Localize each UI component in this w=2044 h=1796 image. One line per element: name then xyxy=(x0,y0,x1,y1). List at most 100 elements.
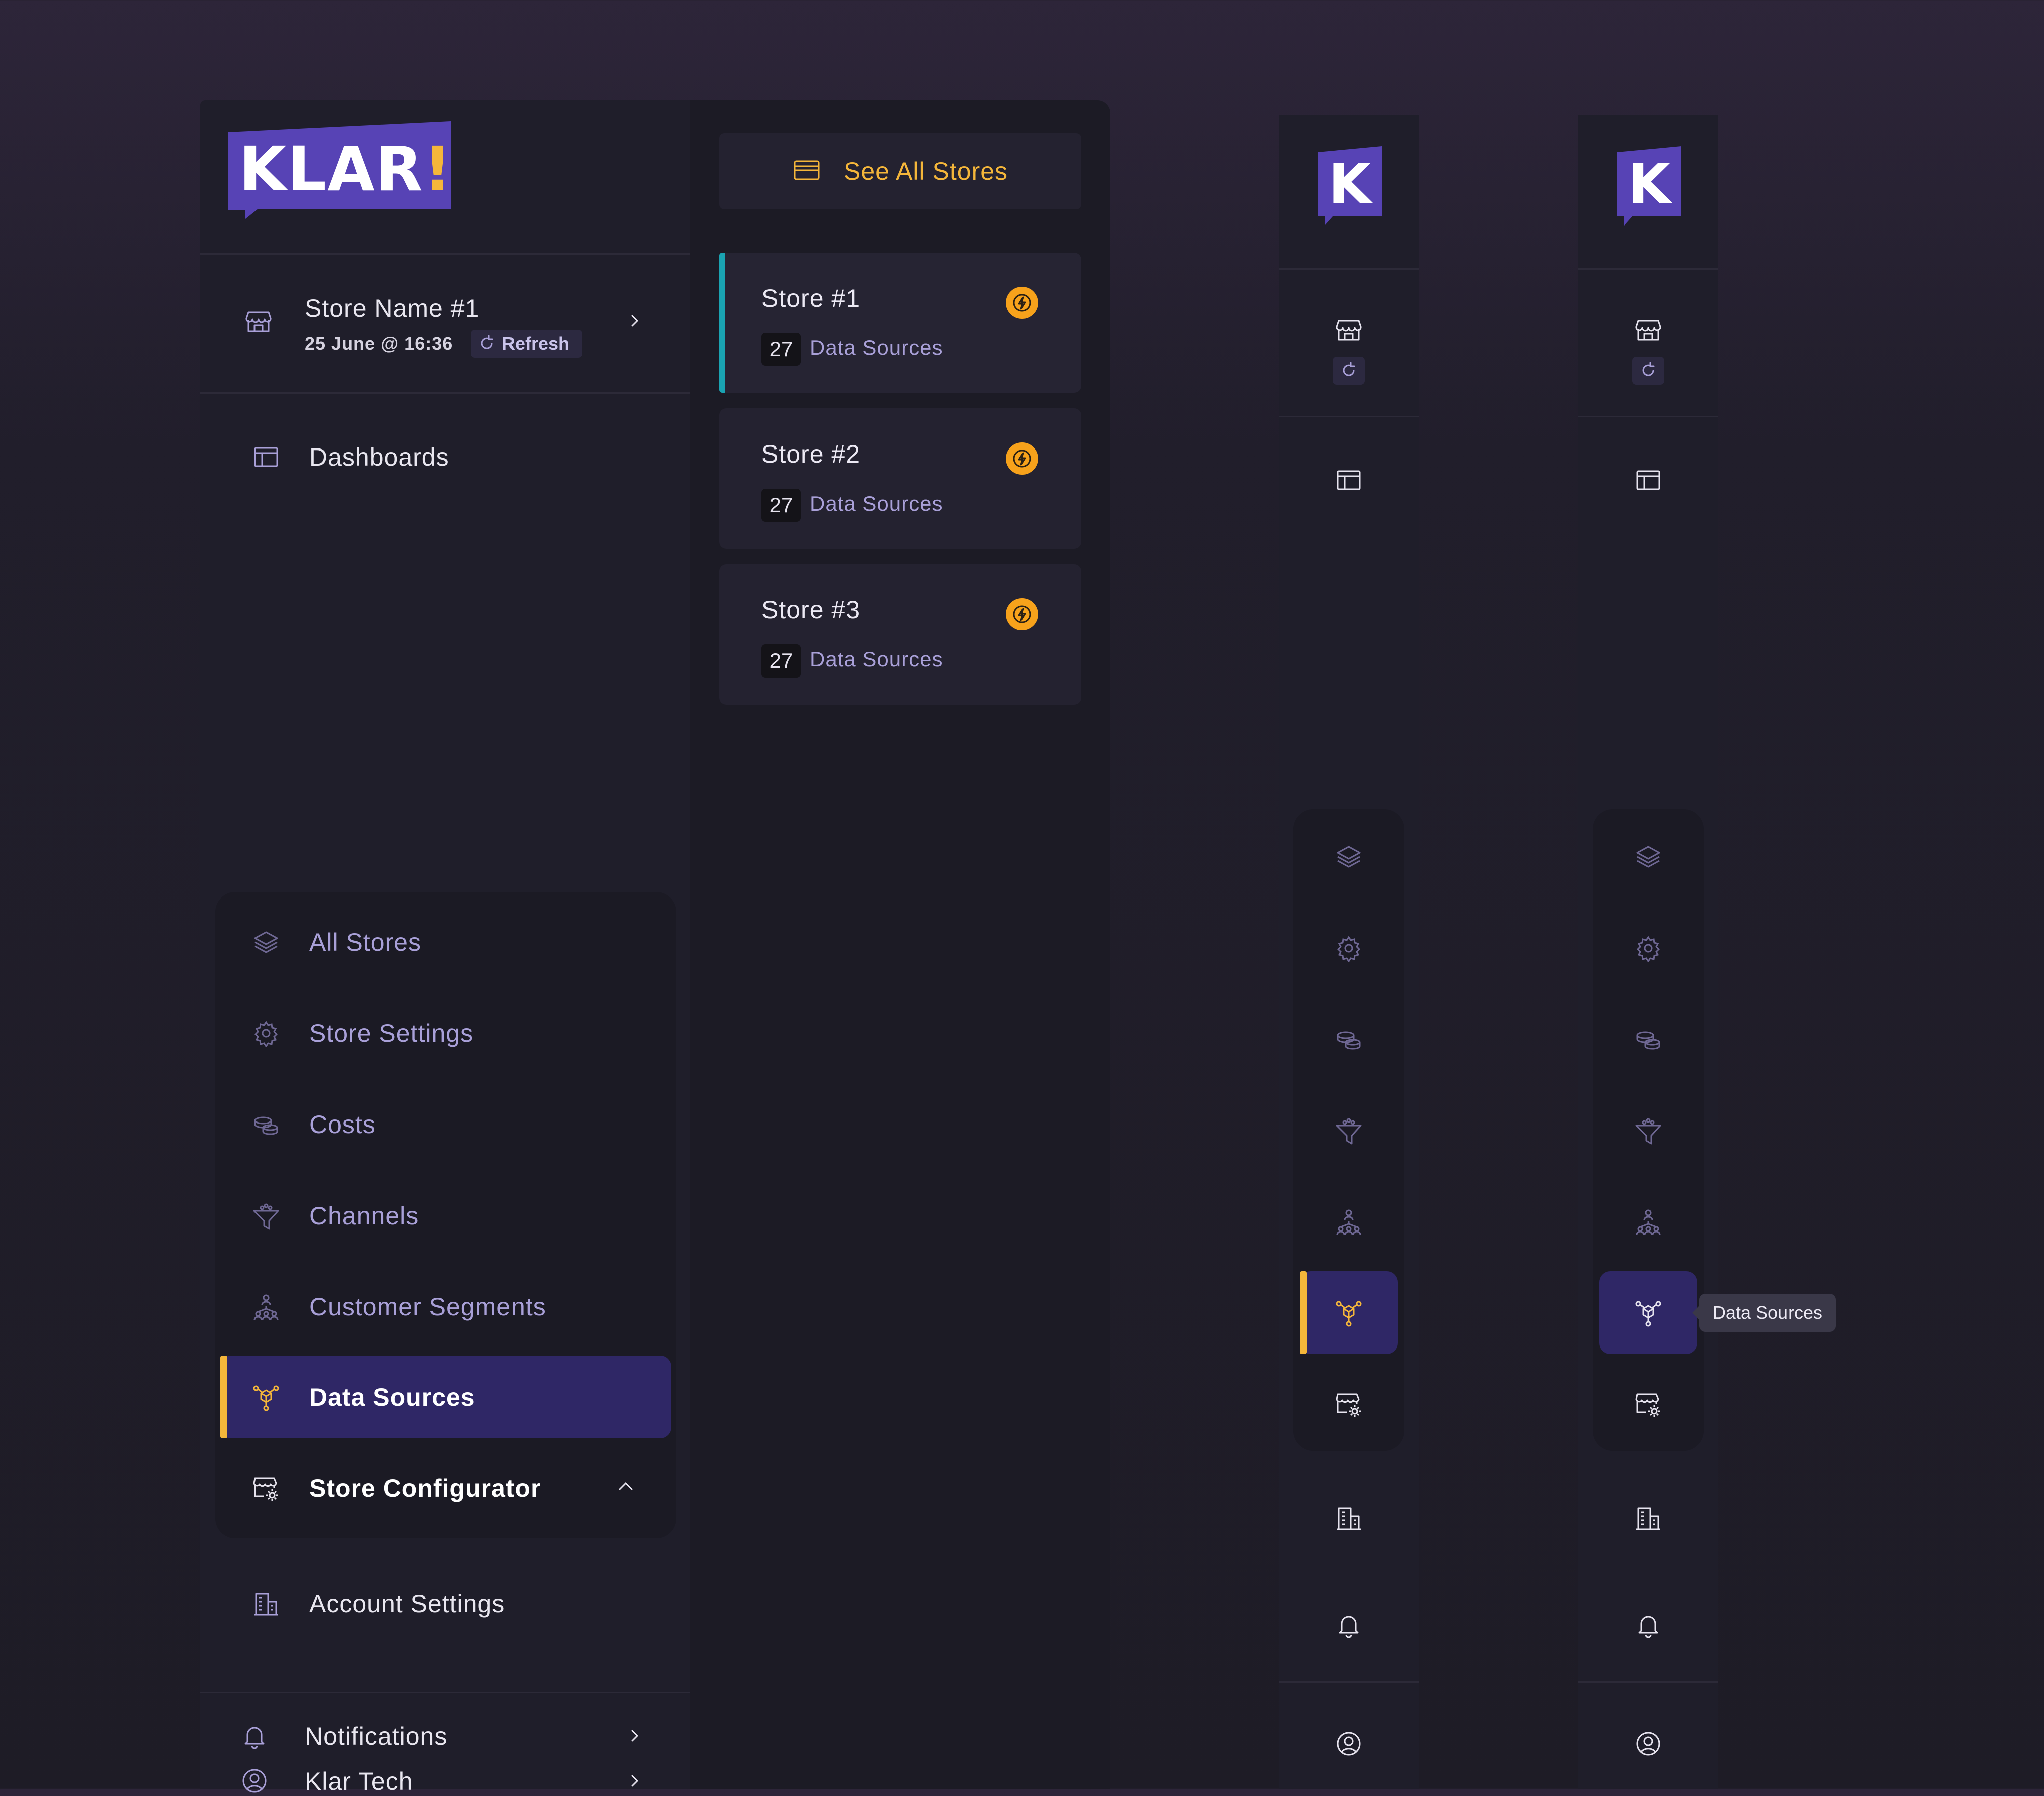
store-selector[interactable] xyxy=(1314,316,1384,391)
data-source-label: Data Sources xyxy=(810,336,943,359)
nav-all-stores[interactable]: All Stores xyxy=(248,907,679,977)
segments-icon[interactable] xyxy=(1613,1187,1683,1257)
collapsed-sidebar-active: K xyxy=(1279,115,1419,1789)
store-card[interactable]: Store #1 27 Data Sources xyxy=(719,253,1081,393)
nav-data-sources[interactable]: Data Sources xyxy=(248,1362,679,1432)
account-name: Klar Tech xyxy=(305,1767,413,1795)
logo-text: KLAR xyxy=(239,134,424,205)
bolt-icon xyxy=(1006,287,1038,319)
store-name: Store #3 xyxy=(761,596,861,624)
building-icon[interactable] xyxy=(1314,1483,1384,1553)
see-all-stores-label: See All Stores xyxy=(843,157,1008,185)
nav-channels[interactable]: Channels xyxy=(248,1181,679,1251)
refresh-button[interactable] xyxy=(1632,357,1664,385)
mini-logo-text: K xyxy=(1328,152,1371,216)
nav-label: Customer Segments xyxy=(309,1293,546,1321)
user-icon xyxy=(240,1767,269,1795)
chevron-right-icon xyxy=(630,1775,640,1788)
active-indicator xyxy=(1300,1271,1307,1354)
klar-logo[interactable]: KLAR! xyxy=(228,121,451,219)
data-source-count: 27 xyxy=(761,644,801,678)
bell-icon[interactable] xyxy=(1613,1590,1683,1660)
store-icon xyxy=(1634,316,1662,344)
refresh-button[interactable]: Refresh xyxy=(471,330,582,358)
store-card[interactable]: Store #2 27 Data Sources xyxy=(719,408,1081,549)
segments-icon[interactable] xyxy=(1314,1187,1384,1257)
stores-panel: See All Stores Store #1 27 Data Sources … xyxy=(690,100,1110,1789)
nav-account-settings[interactable]: Account Settings xyxy=(248,1568,679,1639)
building-icon xyxy=(248,1586,284,1622)
nav-store-settings[interactable]: Store Settings xyxy=(248,998,679,1068)
user-icon[interactable] xyxy=(1613,1709,1683,1779)
nav-customer-segments[interactable]: Customer Segments xyxy=(248,1272,679,1342)
store-name: Store #1 xyxy=(761,284,861,312)
nav-label: Store Settings xyxy=(309,1019,474,1047)
nav-label: Dashboards xyxy=(309,443,449,471)
store-icon xyxy=(1335,316,1363,344)
nav-label: Data Sources xyxy=(309,1383,475,1411)
store-selector[interactable] xyxy=(1613,316,1683,391)
gear-icon[interactable] xyxy=(1613,913,1683,983)
user-icon[interactable] xyxy=(1314,1709,1384,1779)
store-card[interactable]: Store #3 27 Data Sources xyxy=(719,564,1081,705)
wallet-icon xyxy=(793,157,821,185)
collapsed-sidebar-hover: K xyxy=(1578,115,1718,1789)
store-selector[interactable]: Store Name #1 25 June @ 16:36 Refresh xyxy=(200,255,690,392)
klar-mini-logo[interactable]: K xyxy=(1617,146,1681,226)
dashboard-icon xyxy=(248,439,284,475)
logo-exclamation: ! xyxy=(423,134,453,205)
nav-label: Store Configurator xyxy=(309,1474,541,1502)
bell-icon[interactable] xyxy=(1314,1590,1384,1660)
nav-dashboards[interactable]: Dashboards xyxy=(248,422,679,492)
coins-icon[interactable] xyxy=(1314,1004,1384,1074)
layers-icon xyxy=(248,924,284,960)
store-config-icon xyxy=(248,1470,284,1506)
data-sources-tooltip: Data Sources xyxy=(1692,1294,1836,1332)
funnel-icon xyxy=(248,1198,284,1234)
coins-icon xyxy=(248,1106,284,1143)
refresh-label: Refresh xyxy=(502,333,570,354)
store-timestamp: 25 June @ 16:36 xyxy=(305,333,453,354)
data-sources-icon xyxy=(248,1379,284,1415)
building-icon[interactable] xyxy=(1613,1483,1683,1553)
nav-label: Channels xyxy=(309,1202,419,1230)
store-config-icon[interactable] xyxy=(1314,1369,1384,1439)
klar-mini-logo[interactable]: K xyxy=(1318,146,1382,226)
chevron-right-icon xyxy=(630,315,640,328)
nav-store-configurator[interactable]: Store Configurator xyxy=(248,1453,679,1523)
nav-account[interactable]: Klar Tech xyxy=(240,1720,651,1795)
nav-label: Account Settings xyxy=(309,1590,505,1618)
dashboard-icon[interactable] xyxy=(1314,445,1384,515)
selected-indicator xyxy=(719,253,725,393)
bolt-icon xyxy=(1006,442,1038,475)
data-source-label: Data Sources xyxy=(810,647,943,671)
main-sidebar: KLAR! Store Name #1 25 June @ 16:36 Refr… xyxy=(200,100,690,1795)
layers-icon[interactable] xyxy=(1613,822,1683,892)
data-sources-icon[interactable] xyxy=(1314,1278,1384,1348)
data-source-label: Data Sources xyxy=(810,492,943,515)
chevron-up-icon[interactable] xyxy=(619,1482,634,1492)
data-sources-icon[interactable] xyxy=(1613,1278,1683,1348)
layers-icon[interactable] xyxy=(1314,822,1384,892)
nav-costs[interactable]: Costs xyxy=(248,1089,679,1160)
store-icon xyxy=(244,307,273,335)
mini-logo-text: K xyxy=(1628,152,1671,216)
segments-icon xyxy=(248,1289,284,1325)
active-indicator xyxy=(220,1356,227,1438)
dashboard-icon[interactable] xyxy=(1613,445,1683,515)
bolt-icon xyxy=(1006,598,1038,630)
nav-label: Costs xyxy=(309,1110,376,1139)
refresh-button[interactable] xyxy=(1333,357,1365,385)
nav-label: All Stores xyxy=(309,928,421,956)
store-name: Store #2 xyxy=(761,440,861,468)
gear-icon xyxy=(248,1015,284,1051)
funnel-icon[interactable] xyxy=(1613,1095,1683,1166)
refresh-icon xyxy=(478,335,496,353)
data-source-count: 27 xyxy=(761,489,801,522)
see-all-stores-button[interactable]: See All Stores xyxy=(719,133,1081,209)
coins-icon[interactable] xyxy=(1613,1004,1683,1074)
gear-icon[interactable] xyxy=(1314,913,1384,983)
funnel-icon[interactable] xyxy=(1314,1095,1384,1166)
store-config-icon[interactable] xyxy=(1613,1369,1683,1439)
data-source-count: 27 xyxy=(761,333,801,366)
